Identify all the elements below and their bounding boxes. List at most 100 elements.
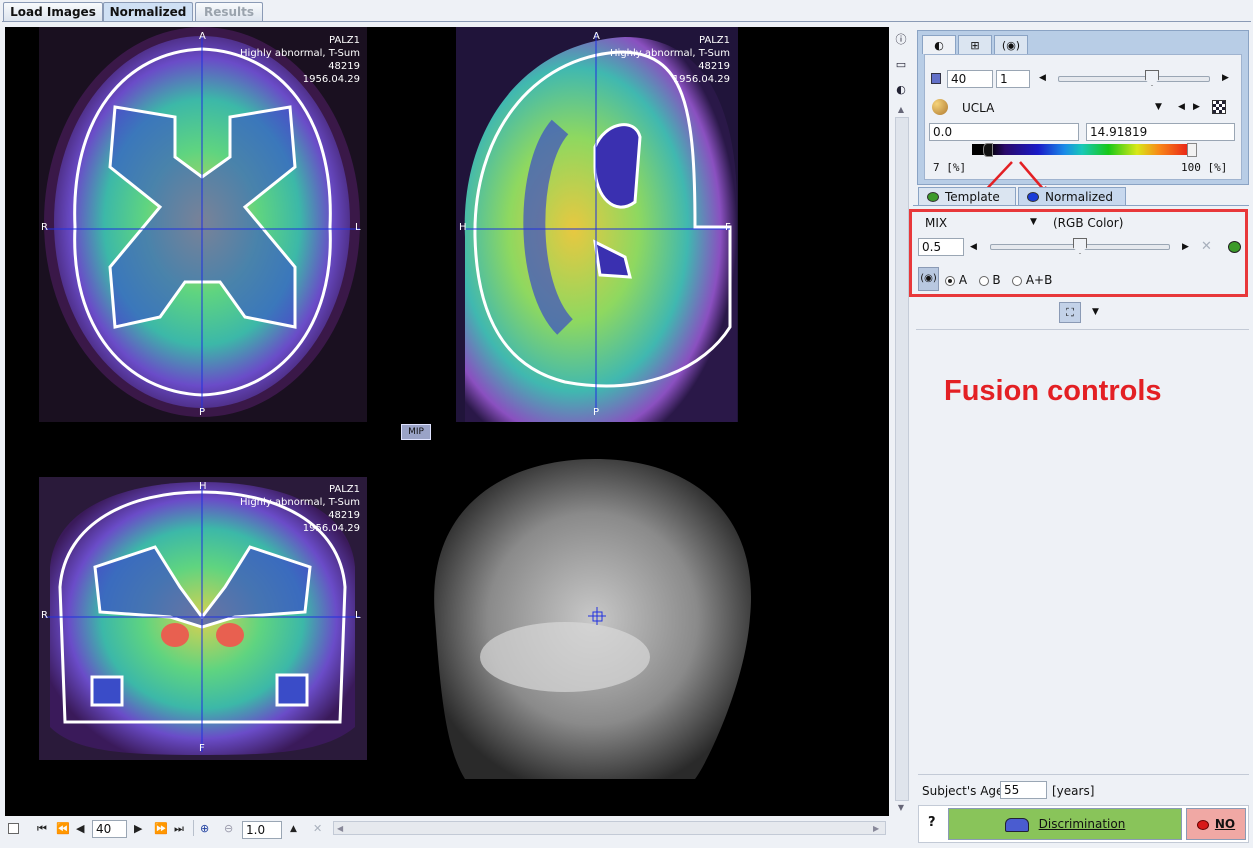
normalized-tab-label: Normalized xyxy=(1045,190,1114,204)
step-field[interactable]: 1 xyxy=(996,70,1030,88)
lower-threshold-handle[interactable] xyxy=(983,143,993,157)
axial-info: PALZ1 Highly abnormal, T-Sum 48219 1956.… xyxy=(220,34,360,86)
tab-results[interactable]: Results xyxy=(195,2,263,21)
upper-percent: 100 [%] xyxy=(1181,161,1228,174)
layout-tab[interactable]: ⊞ xyxy=(958,35,992,54)
coronal-right-label: L xyxy=(355,610,361,621)
tab-load-images[interactable]: Load Images xyxy=(3,2,103,21)
radio-group: A B A+B xyxy=(945,273,1052,287)
coronal-bottom-label: F xyxy=(199,743,205,754)
min-value-field[interactable]: 0.0 xyxy=(929,123,1079,141)
mip-render[interactable] xyxy=(434,459,752,779)
slider-right-icon[interactable]: ▶ xyxy=(1222,73,1229,83)
sagittal-slice[interactable] xyxy=(456,27,738,422)
colormap-reset-icon[interactable] xyxy=(1212,100,1226,114)
reset-zoom-icon[interactable]: ✕ xyxy=(313,822,322,835)
sagittal-top-label: A xyxy=(593,31,600,42)
subject-name: PALZ1 xyxy=(328,35,360,46)
fusion-color-icon[interactable] xyxy=(1228,241,1241,253)
upper-threshold-handle[interactable] xyxy=(1187,143,1197,157)
info-icon[interactable]: ⓘ xyxy=(894,33,908,47)
ratio-left-icon[interactable]: ◀ xyxy=(970,242,977,252)
tab-divider xyxy=(2,21,1251,22)
fast-forward-icon[interactable]: ⏩ xyxy=(154,822,168,835)
zoom-out-icon[interactable]: ⊖ xyxy=(224,822,233,835)
lock-checkbox[interactable] xyxy=(8,823,19,834)
slice-indicator-icon xyxy=(931,73,941,84)
zoom-up-icon[interactable]: ▲ xyxy=(290,824,297,834)
slider-left-icon[interactable]: ◀ xyxy=(1039,73,1046,83)
red-dot-icon xyxy=(1196,819,1209,830)
grid-icon: ⊞ xyxy=(970,39,980,52)
sync-button[interactable]: ⛶ xyxy=(1059,302,1081,323)
colormap-prev-icon[interactable]: ◀ xyxy=(1178,102,1185,112)
fusion-mode-dropdown-icon[interactable]: ▼ xyxy=(1030,217,1037,227)
prev-slice-icon[interactable]: ◀ xyxy=(76,822,84,835)
radio-a-label: A xyxy=(958,273,968,287)
last-slice-icon[interactable]: ⏭ xyxy=(174,822,184,836)
help-button[interactable]: ? xyxy=(928,815,936,830)
scroll-down-icon[interactable]: ▼ xyxy=(894,801,908,815)
normalized-tab[interactable]: Normalized xyxy=(1018,187,1126,205)
subject-desc: Highly abnormal, T-Sum 48219 xyxy=(240,48,360,72)
axial-right-label: L xyxy=(355,222,361,233)
coronal-info: PALZ1 Highly abnormal, T-Sum 48219 1956.… xyxy=(220,483,360,535)
fusion-mode[interactable]: MIX xyxy=(925,216,947,230)
no-button[interactable]: NO xyxy=(1186,808,1246,840)
mip-button[interactable]: MIP xyxy=(401,424,431,440)
fast-back-icon[interactable]: ⏪ xyxy=(56,822,70,835)
scroll-up-icon[interactable]: ▲ xyxy=(894,103,908,117)
sagittal-right-label: F xyxy=(725,222,731,233)
fusion-controls-annotation: Fusion controls xyxy=(944,375,1162,407)
ratio-right-icon[interactable]: ▶ xyxy=(1182,242,1189,252)
radio-b[interactable] xyxy=(978,275,989,286)
fusion-mode-button[interactable]: (◉) xyxy=(918,267,939,291)
contrast-tab[interactable]: ◐ xyxy=(922,35,956,54)
discrimination-button[interactable]: Discrimination xyxy=(948,808,1182,840)
radio-a[interactable] xyxy=(945,275,955,286)
tab-normalized[interactable]: Normalized xyxy=(103,2,193,21)
subject-date: 1956.04.29 xyxy=(302,523,360,534)
age-field[interactable]: 55 xyxy=(1000,781,1047,799)
radio-b-label: B xyxy=(992,273,1001,287)
template-tab[interactable]: Template xyxy=(918,187,1016,205)
flag-icon[interactable]: ▭ xyxy=(894,58,908,72)
viewer-side-strip: ⓘ ▭ ◐ ▲ ▼ xyxy=(891,27,911,816)
fusion-tab[interactable]: (◉) xyxy=(994,35,1028,54)
subject-desc: Highly abnormal, T-Sum 48219 xyxy=(240,497,360,521)
fusion-ratio-field[interactable]: 0.5 xyxy=(918,238,964,256)
colormap-next-icon[interactable]: ▶ xyxy=(1193,102,1200,112)
slice-slider-thumb[interactable] xyxy=(1145,70,1159,86)
slice-slider[interactable] xyxy=(1058,76,1210,82)
first-slice-icon[interactable]: ⏮ xyxy=(37,822,47,836)
age-label: Subject's Age xyxy=(922,784,1004,798)
colormap-bar[interactable] xyxy=(972,144,1192,155)
subject-name: PALZ1 xyxy=(328,484,360,495)
subject-desc: Highly abnormal, T-Sum 48219 xyxy=(610,48,730,72)
horizontal-scrollbar[interactable] xyxy=(333,821,886,835)
scroll-right-icon[interactable]: ▶ xyxy=(873,824,879,833)
scroll-left-icon[interactable]: ◀ xyxy=(337,824,343,833)
axial-slice[interactable] xyxy=(39,27,367,422)
max-value-field[interactable]: 14.91819 xyxy=(1086,123,1235,141)
axial-top-label: A xyxy=(199,31,206,42)
image-viewer[interactable]: PALZ1 Highly abnormal, T-Sum 48219 1956.… xyxy=(5,27,889,816)
axial-bottom-label: P xyxy=(199,407,206,418)
sync-dropdown-icon[interactable]: ▼ xyxy=(1092,307,1099,317)
slice-field[interactable]: 40 xyxy=(947,70,993,88)
side-scrollbar[interactable] xyxy=(895,117,909,801)
palette-icon xyxy=(932,99,948,115)
age-unit: [years] xyxy=(1052,784,1095,798)
zoom-in-icon[interactable]: ⊕ xyxy=(200,822,209,835)
contrast-icon[interactable]: ◐ xyxy=(894,83,908,97)
colormap-dropdown-icon[interactable]: ▼ xyxy=(1155,102,1162,112)
radio-ab[interactable] xyxy=(1012,275,1023,286)
zoom-field[interactable]: 1.0 xyxy=(242,821,282,839)
next-slice-icon[interactable]: ▶ xyxy=(134,822,142,835)
discrimination-label: Discrimination xyxy=(1038,817,1126,831)
colormap-name[interactable]: UCLA xyxy=(962,101,994,115)
slice-number-field[interactable]: 40 xyxy=(92,820,127,838)
clear-icon[interactable]: ✕ xyxy=(1201,239,1212,254)
coronal-left-label: R xyxy=(41,610,48,621)
template-color-icon xyxy=(927,191,939,202)
